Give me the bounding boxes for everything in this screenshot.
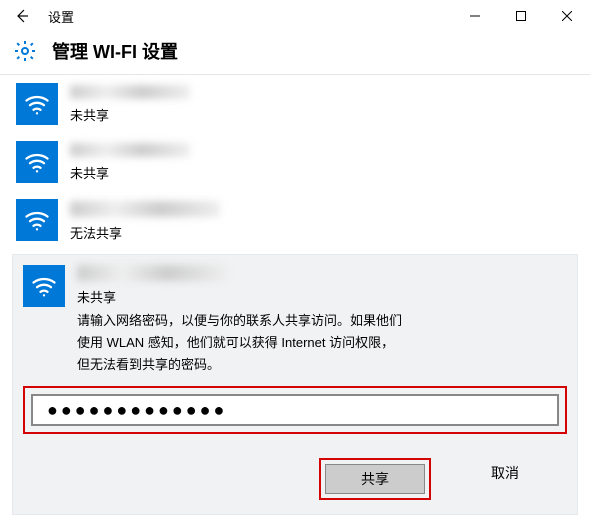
password-highlight-box: ●●●●●●●●●●●●● — [23, 386, 567, 434]
page-title: 管理 WI-FI 设置 — [52, 38, 178, 64]
network-name-redacted — [77, 265, 227, 281]
network-item[interactable]: 无法共享 — [12, 191, 578, 250]
minimize-button[interactable] — [452, 0, 498, 32]
password-input[interactable]: ●●●●●●●●●●●●● — [31, 394, 559, 426]
network-info: 未共享 — [70, 141, 190, 182]
wifi-icon — [16, 141, 58, 183]
wifi-icon — [16, 83, 58, 125]
arrow-left-icon — [14, 8, 30, 24]
close-icon — [562, 11, 572, 21]
minimize-icon — [470, 11, 480, 21]
network-name-redacted — [70, 85, 190, 99]
network-item[interactable]: 未共享 — [12, 75, 578, 133]
cancel-button[interactable]: 取消 — [455, 458, 555, 488]
network-info: 未共享 — [70, 83, 190, 124]
network-status: 无法共享 — [70, 223, 220, 242]
password-masked-value: ●●●●●●●●●●●●● — [47, 400, 227, 421]
network-item[interactable]: 未共享 — [12, 133, 578, 191]
gear-icon — [12, 38, 38, 64]
window-titlebar: 设置 — [0, 0, 590, 32]
network-list: 未共享 未共享 无法共享 — [0, 75, 590, 250]
network-name-redacted — [70, 201, 220, 217]
share-highlight-box: 共享 — [319, 458, 431, 500]
maximize-button[interactable] — [498, 0, 544, 32]
close-button[interactable] — [544, 0, 590, 32]
network-status: 未共享 — [70, 105, 190, 124]
window-title: 设置 — [48, 7, 74, 26]
back-button[interactable] — [8, 2, 36, 30]
network-name-redacted — [70, 143, 190, 157]
network-info: 无法共享 — [70, 199, 220, 242]
dialog-buttons: 共享 取消 — [23, 458, 567, 500]
maximize-icon — [516, 11, 526, 21]
wifi-icon — [23, 265, 65, 307]
share-description: 请输入网络密码，以便与你的联系人共享访问。如果他们 使用 WLAN 感知，他们就… — [77, 310, 567, 376]
network-status: 未共享 — [70, 163, 190, 182]
share-button[interactable]: 共享 — [325, 464, 425, 494]
network-status: 未共享 — [77, 287, 567, 306]
selected-network-panel: 未共享 请输入网络密码，以便与你的联系人共享访问。如果他们 使用 WLAN 感知… — [12, 254, 578, 515]
page-header: 管理 WI-FI 设置 — [0, 32, 590, 75]
wifi-icon — [16, 199, 58, 241]
window-controls — [452, 0, 590, 32]
